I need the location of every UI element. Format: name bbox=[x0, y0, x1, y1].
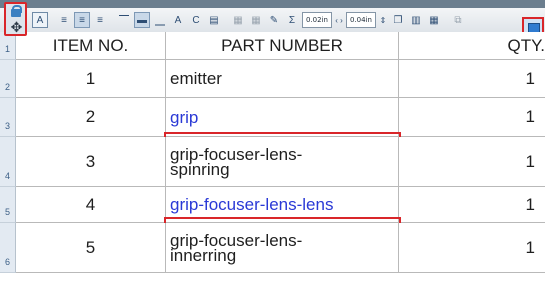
insert-table-icon[interactable]: ▥ bbox=[408, 12, 424, 28]
cell-part-number-link[interactable]: grip-focuser-lens-lens bbox=[166, 187, 399, 223]
header-qty[interactable]: QTY. bbox=[399, 32, 545, 60]
merge-cells-icon[interactable]: ▦ bbox=[230, 12, 246, 28]
cell-item-no[interactable]: 1 bbox=[16, 60, 166, 98]
cell-part-number[interactable]: grip-focuser-lens- spinring bbox=[166, 137, 399, 187]
cell-item-no[interactable]: 2 bbox=[16, 98, 166, 137]
align-bottom-icon[interactable]: ⎽ bbox=[152, 12, 168, 28]
cell-part-number[interactable]: emitter bbox=[166, 60, 399, 98]
copy-icon[interactable]: ❐ bbox=[390, 12, 406, 28]
unmerge-cells-icon[interactable]: ▦ bbox=[248, 12, 264, 28]
align-center-icon[interactable]: ≡ bbox=[74, 12, 90, 28]
cell-item-no[interactable]: 5 bbox=[16, 223, 166, 273]
move-icon[interactable]: ✥ bbox=[8, 20, 25, 34]
text-size-icon[interactable]: A bbox=[170, 12, 186, 28]
table-toolbar: A ≡ ≡ ≡ ⎺ ▬ ⎽ A C ▤ ▦ ▦ ✎ Σ 0.02in ‹ › 0… bbox=[0, 8, 545, 39]
sum-icon[interactable]: Σ bbox=[284, 12, 300, 28]
row-number[interactable]: 6 bbox=[0, 223, 16, 273]
lock-icon bbox=[11, 9, 21, 17]
header-part-number[interactable]: PART NUMBER bbox=[166, 32, 399, 60]
row-number[interactable]: 1 bbox=[0, 32, 16, 60]
lock-button[interactable]: ✥ bbox=[4, 2, 27, 36]
expand-icon[interactable]: ⧉ bbox=[450, 12, 466, 28]
bom-table: ▲▲ ITEM NO. PART NUMBER QTY. 1 2 1 emitt… bbox=[0, 32, 545, 300]
format-icon[interactable]: ✎ bbox=[266, 12, 282, 28]
toolbar-buttons: A ≡ ≡ ≡ ⎺ ▬ ⎽ A C ▤ ▦ ▦ ✎ Σ 0.02in ‹ › 0… bbox=[32, 11, 466, 29]
spin-stepper-icon[interactable]: ⇕ bbox=[378, 16, 388, 25]
cell-qty[interactable]: 1 bbox=[399, 98, 545, 137]
column-width-field[interactable]: 0.04in bbox=[345, 12, 376, 28]
part-number-line: innerring bbox=[170, 245, 237, 265]
align-right-icon[interactable]: ≡ bbox=[92, 12, 108, 28]
row-height-field[interactable]: 0.02in bbox=[302, 12, 332, 28]
grid-icon[interactable]: ▦ bbox=[426, 12, 442, 28]
row-number[interactable]: 5 bbox=[0, 187, 16, 223]
text-color-icon[interactable]: C bbox=[188, 12, 204, 28]
align-left-icon[interactable]: ≡ bbox=[56, 12, 72, 28]
align-middle-icon[interactable]: ▬ bbox=[134, 12, 150, 28]
header-item-no[interactable]: ITEM NO. bbox=[16, 32, 166, 60]
row-number[interactable]: 4 bbox=[0, 137, 16, 187]
border-icon[interactable]: ▤ bbox=[206, 12, 222, 28]
cell-part-number-link[interactable]: grip bbox=[166, 98, 399, 137]
cell-qty[interactable]: 1 bbox=[399, 137, 545, 187]
cell-qty[interactable]: 1 bbox=[399, 60, 545, 98]
cell-item-no[interactable]: 4 bbox=[16, 187, 166, 223]
font-icon[interactable]: A bbox=[32, 12, 48, 28]
title-strip bbox=[0, 0, 545, 8]
part-number-line: spinring bbox=[170, 159, 230, 179]
row-number[interactable]: 3 bbox=[0, 98, 16, 137]
row-number[interactable]: 2 bbox=[0, 60, 16, 98]
swap-dimensions-icon[interactable]: ‹ › bbox=[334, 16, 344, 25]
align-top-icon[interactable]: ⎺ bbox=[116, 12, 132, 28]
cell-item-no[interactable]: 3 bbox=[16, 137, 166, 187]
cell-qty[interactable]: 1 bbox=[399, 223, 545, 273]
cell-part-number[interactable]: grip-focuser-lens- innerring bbox=[166, 223, 399, 273]
cell-qty[interactable]: 1 bbox=[399, 187, 545, 223]
